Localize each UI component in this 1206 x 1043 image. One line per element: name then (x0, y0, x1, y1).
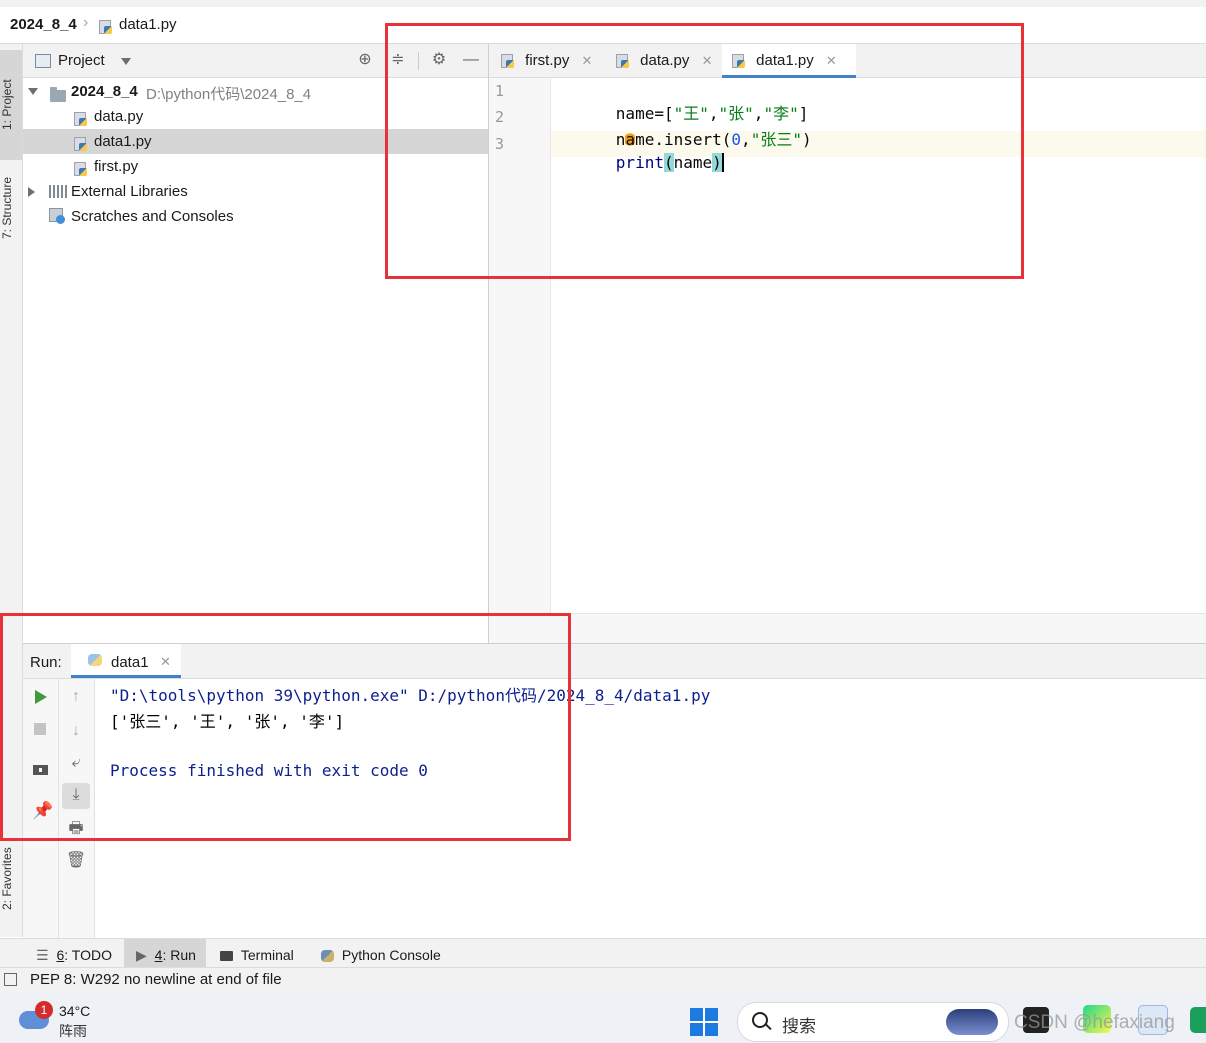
python-console-icon (321, 950, 334, 963)
breadcrumb-file[interactable]: data1.py (119, 16, 177, 33)
search-highlight-image (946, 1009, 998, 1035)
trash-icon[interactable]: 🗑 (64, 849, 88, 873)
run-tool-tab[interactable]: ▶ 4: Run (124, 939, 206, 968)
folder-icon (50, 87, 66, 103)
project-panel-icon (35, 54, 51, 68)
bottom-tool-tabs: ☰ 6: TODO ▶ 4: Run Terminal Python Conso… (0, 938, 1206, 968)
python-file-icon (74, 161, 88, 177)
status-bar: PEP 8: W292 no newline at end of file (0, 967, 1206, 993)
scratches-label: Scratches and Consoles (71, 208, 234, 225)
notification-badge: 1 (35, 1001, 53, 1019)
todo-tab[interactable]: ☰ 6: TODO (30, 939, 118, 968)
scratches-clock-icon (56, 215, 65, 224)
status-panel-icon[interactable] (4, 973, 17, 986)
taskbar-search[interactable]: 搜索 (737, 1002, 1009, 1042)
windows-start-icon[interactable] (690, 1008, 718, 1036)
search-icon-handle (765, 1023, 772, 1031)
highlight-box-run-output (0, 613, 571, 841)
taskbar-app-icon[interactable] (1190, 1007, 1206, 1033)
python-file-icon (99, 19, 113, 35)
library-icon (49, 185, 67, 198)
file-name: data.py (94, 108, 144, 125)
run-triangle-icon: ▶ (136, 947, 147, 963)
taskbar: 1 34°C 阵雨 搜索 CSDN @hefaxiang (0, 993, 1206, 1043)
terminal-icon (220, 951, 233, 962)
file-name: first.py (94, 158, 139, 175)
root-folder-path: D:\python代码\2024_8_4 (146, 86, 312, 103)
expand-arrow-icon[interactable] (28, 88, 38, 95)
breadcrumb-separator: › (83, 14, 89, 31)
chevron-down-icon[interactable] (121, 58, 131, 65)
status-message: PEP 8: W292 no newline at end of file (30, 971, 282, 988)
list-icon: ☰ (36, 947, 49, 963)
python-file-icon (74, 136, 88, 152)
python-console-tab[interactable]: Python Console (321, 939, 441, 968)
terminal-tab[interactable]: Terminal (220, 939, 294, 968)
file-name: data1.py (94, 133, 152, 150)
highlight-box-editor (385, 23, 1024, 279)
editor-breadcrumb-strip (489, 613, 1206, 644)
expand-arrow-icon[interactable] (28, 187, 35, 197)
weather-widget[interactable]: 1 34°C 阵雨 (15, 999, 105, 1041)
root-folder-name: 2024_8_4 (71, 83, 138, 100)
watermark: CSDN @hefaxiang (1014, 1012, 1175, 1033)
structure-tool-tab[interactable]: 7: Structure (0, 158, 22, 258)
project-view-dropdown[interactable]: Project (58, 52, 105, 69)
weather-desc: 阵雨 (59, 1023, 87, 1039)
locate-icon[interactable]: ⊕ (353, 48, 377, 72)
weather-temp: 34°C (59, 1003, 91, 1019)
project-tool-tab[interactable]: 1: Project (0, 50, 22, 160)
python-file-icon (74, 111, 88, 127)
breadcrumb-project[interactable]: 2024_8_4 (10, 16, 77, 33)
external-libraries-label: External Libraries (71, 183, 188, 200)
search-placeholder: 搜索 (782, 1017, 816, 1036)
